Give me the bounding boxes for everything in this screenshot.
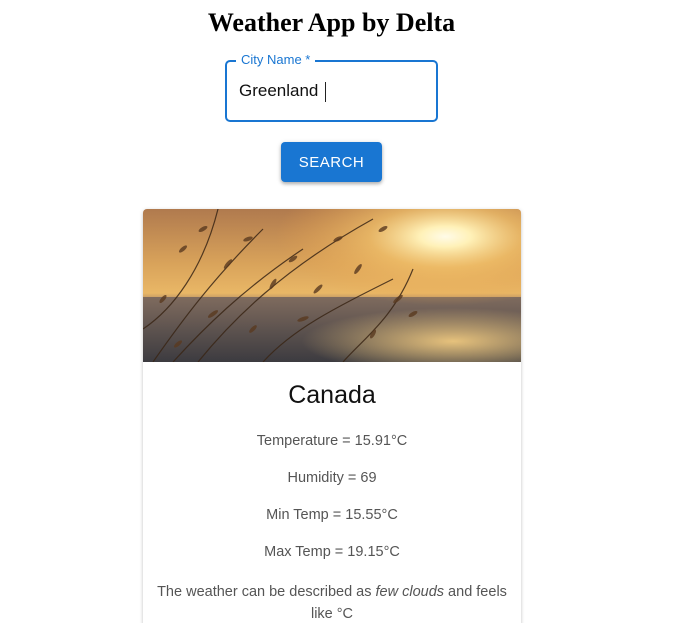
temperature-text: Temperature = 15.91°C <box>256 433 408 449</box>
page-title: Weather App by Delta <box>207 8 456 37</box>
city-name-label: City Name * <box>236 52 316 68</box>
description-condition: few clouds <box>375 584 445 600</box>
search-button[interactable]: SEARCH <box>281 142 382 182</box>
weather-description: The weather can be described as few clou… <box>153 581 511 623</box>
max-temp-text: Max Temp = 19.15°C <box>264 544 400 560</box>
description-prefix: The weather can be described as <box>157 584 376 600</box>
city-name-label-text: City Name <box>241 52 302 67</box>
city-name-field[interactable]: City Name * <box>225 52 438 122</box>
weather-image <box>143 209 521 362</box>
humidity-text: Humidity = 69 <box>287 470 377 486</box>
min-temp-text: Min Temp = 15.55°C <box>266 507 398 523</box>
required-mark: * <box>301 52 311 67</box>
text-caret <box>325 82 326 102</box>
city-name-input[interactable] <box>239 79 424 103</box>
weather-card: Canada Temperature = 15.91°C Humidity = … <box>143 209 521 623</box>
city-name: Canada <box>288 381 376 409</box>
